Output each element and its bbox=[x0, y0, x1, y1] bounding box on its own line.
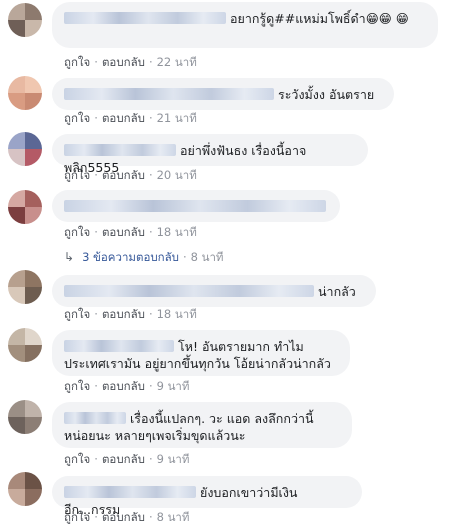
reply-link[interactable]: ตอบกลับ bbox=[102, 379, 145, 393]
avatar[interactable] bbox=[8, 76, 42, 110]
reply-link[interactable]: ตอบกลับ bbox=[102, 307, 145, 321]
comment-actions: ถูกใจ · ตอบกลับ · 18 นาที bbox=[64, 307, 197, 321]
comment-bubble: อยากรู้ดู##แหม่มโพธิ์ดำ😁😁 😁 bbox=[52, 2, 438, 48]
replies-time[interactable]: 8 นาที bbox=[191, 250, 224, 264]
comment-time[interactable]: 21 นาที bbox=[157, 111, 197, 125]
avatar[interactable] bbox=[8, 132, 42, 166]
comment-time[interactable]: 8 นาที bbox=[157, 510, 190, 524]
comment-time[interactable]: 20 นาที bbox=[157, 168, 197, 182]
comment-actions: ถูกใจ · ตอบกลับ · 21 นาที bbox=[64, 111, 197, 125]
reply-link[interactable]: ตอบกลับ bbox=[102, 55, 145, 69]
like-link[interactable]: ถูกใจ bbox=[64, 379, 90, 393]
comment-text: ระวังมั้งง อันตราย bbox=[278, 87, 375, 102]
comment-text: น่ากลัว bbox=[318, 284, 356, 299]
comment-actions: ถูกใจ · ตอบกลับ · 9 นาที bbox=[64, 452, 190, 466]
like-link[interactable]: ถูกใจ bbox=[64, 307, 90, 321]
comment-time[interactable]: 18 นาที bbox=[157, 225, 197, 239]
like-link[interactable]: ถูกใจ bbox=[64, 55, 90, 69]
avatar[interactable] bbox=[8, 270, 42, 304]
avatar[interactable] bbox=[8, 400, 42, 434]
avatar[interactable] bbox=[8, 3, 42, 37]
commenter-name[interactable] bbox=[64, 285, 314, 297]
comment-time[interactable]: 9 นาที bbox=[157, 452, 190, 466]
reply-link[interactable]: ตอบกลับ bbox=[102, 168, 145, 182]
avatar[interactable] bbox=[8, 328, 42, 362]
like-link[interactable]: ถูกใจ bbox=[64, 225, 90, 239]
comment-bubble: โห! อันตรายมาก ทำไมประเทศเรามัน อยู่ยากข… bbox=[52, 330, 350, 376]
comment-bubble: น่ากลัว bbox=[52, 275, 376, 307]
view-replies-label[interactable]: 3 ข้อความตอบกลับ bbox=[82, 250, 179, 264]
like-link[interactable]: ถูกใจ bbox=[64, 510, 90, 524]
comment-time[interactable]: 22 นาที bbox=[157, 55, 197, 69]
comment-actions: ถูกใจ · ตอบกลับ · 9 นาที bbox=[64, 379, 190, 393]
commenter-name[interactable] bbox=[64, 486, 196, 498]
avatar[interactable] bbox=[8, 190, 42, 224]
comment-actions: ถูกใจ · ตอบกลับ · 22 นาที bbox=[64, 55, 197, 69]
comment-text: อยากรู้ดู##แหม่มโพธิ์ดำ😁😁 😁 bbox=[230, 11, 409, 26]
like-link[interactable]: ถูกใจ bbox=[64, 111, 90, 125]
reply-arrow-icon: ↳ bbox=[64, 250, 75, 264]
commenter-name[interactable] bbox=[64, 340, 174, 352]
comment-actions: ถูกใจ · ตอบกลับ · 18 นาที bbox=[64, 225, 197, 239]
commenter-name[interactable] bbox=[64, 200, 326, 212]
comment-bubble: อย่าพึ่งฟันธง เรื่องนี้อาจพลิก5555 bbox=[52, 134, 368, 175]
view-replies[interactable]: ↳ 3 ข้อความตอบกลับ · 8 นาที bbox=[64, 249, 224, 267]
commenter-name[interactable] bbox=[64, 144, 176, 156]
reply-link[interactable]: ตอบกลับ bbox=[102, 452, 145, 466]
comment-time[interactable]: 9 นาที bbox=[157, 379, 190, 393]
commenter-name[interactable] bbox=[64, 12, 226, 24]
commenter-name[interactable] bbox=[64, 412, 126, 424]
comment-bubble: ยังบอกเขาว่ามีเงินอีก...กรรม bbox=[52, 476, 362, 517]
reply-link[interactable]: ตอบกลับ bbox=[102, 225, 145, 239]
comment-bubble: ระวังมั้งง อันตราย bbox=[52, 78, 394, 110]
comment-bubble: เรื่องนี้แปลกๆ. วะ แอด ลงลึกกว่านี้หน่อย… bbox=[52, 402, 352, 448]
commenter-name[interactable] bbox=[64, 88, 274, 100]
like-link[interactable]: ถูกใจ bbox=[64, 452, 90, 466]
reply-link[interactable]: ตอบกลับ bbox=[102, 111, 145, 125]
reply-link[interactable]: ตอบกลับ bbox=[102, 510, 145, 524]
comment-actions: ถูกใจ · ตอบกลับ · 20 นาที bbox=[64, 168, 197, 182]
comment-actions: ถูกใจ · ตอบกลับ · 8 นาที bbox=[64, 510, 190, 524]
comment-bubble bbox=[52, 190, 340, 222]
like-link[interactable]: ถูกใจ bbox=[64, 168, 90, 182]
comment-time[interactable]: 18 นาที bbox=[157, 307, 197, 321]
avatar[interactable] bbox=[8, 472, 42, 506]
